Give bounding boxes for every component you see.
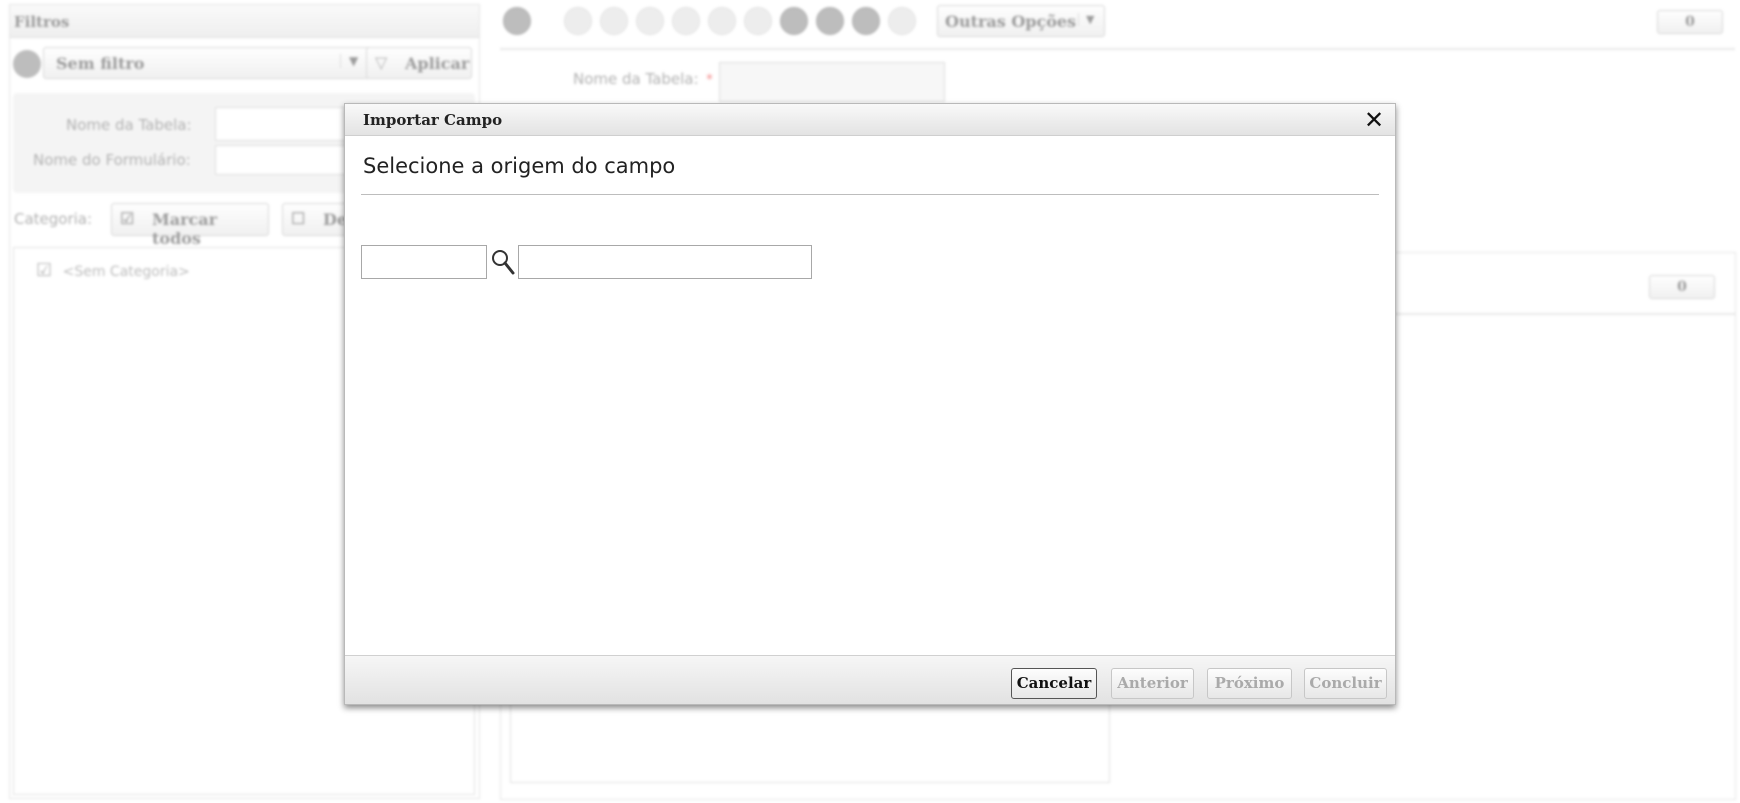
import-field-dialog: Importar Campo ✕ Selecione a origem do c… xyxy=(344,103,1396,705)
dialog-divider xyxy=(361,194,1379,195)
cancel-button[interactable]: Cancelar xyxy=(1011,668,1097,699)
dialog-header: Importar Campo ✕ xyxy=(345,104,1395,136)
close-icon[interactable]: ✕ xyxy=(1359,105,1389,135)
source-code-input[interactable] xyxy=(361,245,487,279)
dialog-subtitle: Selecione a origem do campo xyxy=(363,154,676,178)
finish-button[interactable]: Concluir xyxy=(1304,668,1387,699)
dialog-footer: Cancelar Anterior Próximo Concluir xyxy=(345,655,1395,704)
source-description-input[interactable] xyxy=(518,245,812,279)
dialog-title: Importar Campo xyxy=(363,111,503,129)
search-icon[interactable] xyxy=(489,247,517,277)
previous-button[interactable]: Anterior xyxy=(1111,668,1194,699)
next-button[interactable]: Próximo xyxy=(1207,668,1292,699)
